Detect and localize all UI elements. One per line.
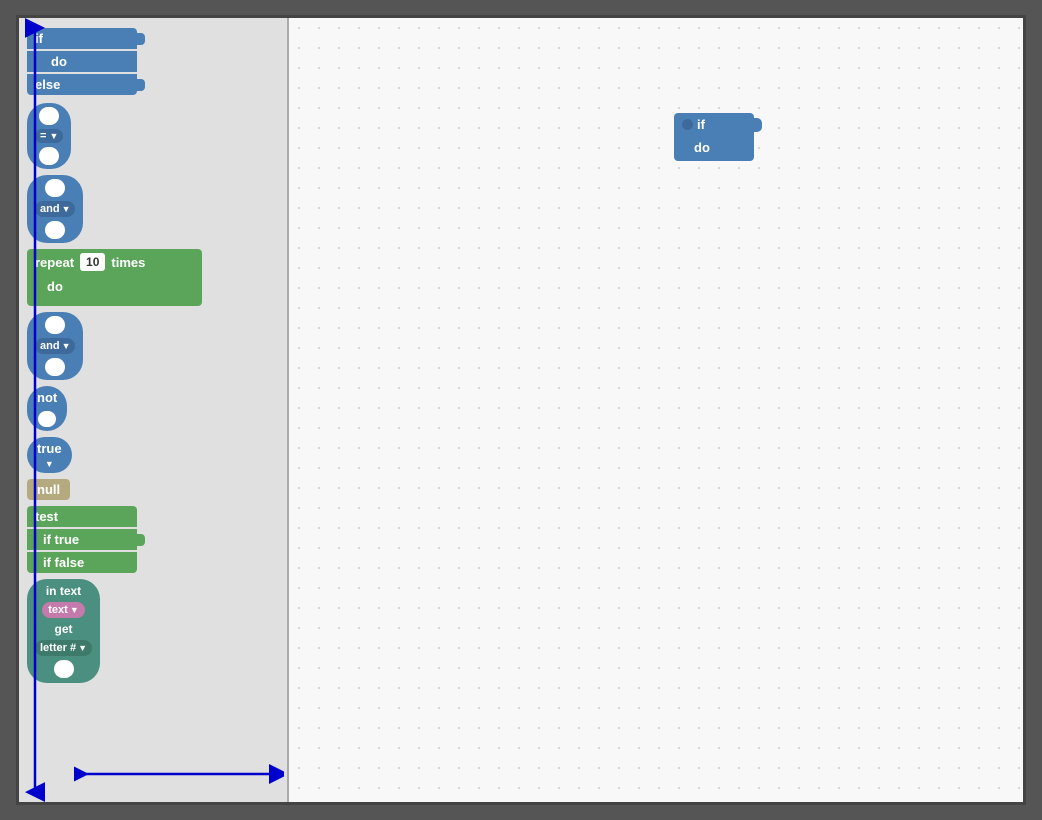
canvas-gear-icon [682, 119, 693, 130]
null-block[interactable]: null [27, 479, 70, 500]
and2-dropdown[interactable]: and ▼ [35, 338, 75, 354]
letter-dropdown-arrow[interactable]: ▼ [78, 643, 87, 653]
repeat-top: repeat 10 times [27, 249, 202, 275]
if-label: if [35, 31, 43, 46]
not-block[interactable]: not [27, 386, 67, 431]
canvas-do-label: do [694, 140, 710, 155]
not-slot [38, 411, 56, 427]
intext-block[interactable]: in text text ▼ get letter # ▼ [27, 579, 100, 683]
equals-block[interactable]: = ▼ [27, 103, 71, 169]
left-slot [39, 107, 59, 125]
and1-dropdown[interactable]: and ▼ [35, 201, 75, 217]
right-notch-else [135, 79, 145, 91]
if-true-row: if true [27, 529, 137, 550]
get-label: get [55, 622, 73, 636]
times-label: times [111, 255, 145, 270]
and2-arrow[interactable]: ▼ [62, 341, 71, 351]
canvas-if-notch [752, 118, 762, 132]
not-label: not [37, 390, 57, 405]
letter-slot[interactable]: letter # ▼ [35, 640, 92, 656]
horizontal-arrow [74, 764, 284, 784]
main-container: if do else = ▼ and ▼ [16, 15, 1026, 805]
canvas-area[interactable]: if do repeat 10 times do [289, 18, 1023, 802]
repeat-block-sidebar[interactable]: repeat 10 times do [27, 249, 202, 306]
text-dropdown-arrow[interactable]: ▼ [70, 605, 79, 615]
right-slot [39, 147, 59, 165]
repeat-label: repeat [35, 255, 74, 270]
else-label: else [35, 77, 60, 92]
end-slot [54, 660, 74, 678]
eq-symbol[interactable]: = ▼ [35, 129, 63, 143]
repeat-num[interactable]: 10 [80, 253, 105, 271]
repeat-do: do [27, 275, 202, 298]
and-block-2[interactable]: and ▼ [27, 312, 83, 380]
if-do-else-block[interactable]: if do else [27, 28, 137, 97]
and2-left-slot [45, 316, 65, 334]
eq-dropdown-arrow[interactable]: ▼ [50, 131, 59, 141]
in-label: in text [46, 584, 81, 598]
and2-right-slot [45, 358, 65, 376]
and1-right-slot [45, 221, 65, 239]
true-dropdown-arrow[interactable]: ▼ [45, 459, 54, 469]
right-notch-if [135, 33, 145, 45]
sidebar: if do else = ▼ and ▼ [19, 18, 289, 802]
test-row: test [27, 506, 137, 527]
canvas-if-block[interactable]: if do [674, 113, 754, 161]
text-slot[interactable]: text ▼ [42, 602, 84, 618]
null-label: null [37, 482, 60, 497]
do-label: do [51, 54, 67, 69]
and1-arrow[interactable]: ▼ [62, 204, 71, 214]
letter-label: letter # [40, 642, 76, 654]
text-value: text [48, 604, 68, 616]
if-false-row: if false [27, 552, 137, 573]
and1-left-slot [45, 179, 65, 197]
canvas-if-label: if [697, 117, 705, 132]
repeat-bottom [27, 298, 202, 306]
test-block[interactable]: test if true if false [27, 506, 137, 573]
true-label: true [37, 441, 62, 456]
true-block[interactable]: true ▼ [27, 437, 72, 473]
and-block-1[interactable]: and ▼ [27, 175, 83, 243]
